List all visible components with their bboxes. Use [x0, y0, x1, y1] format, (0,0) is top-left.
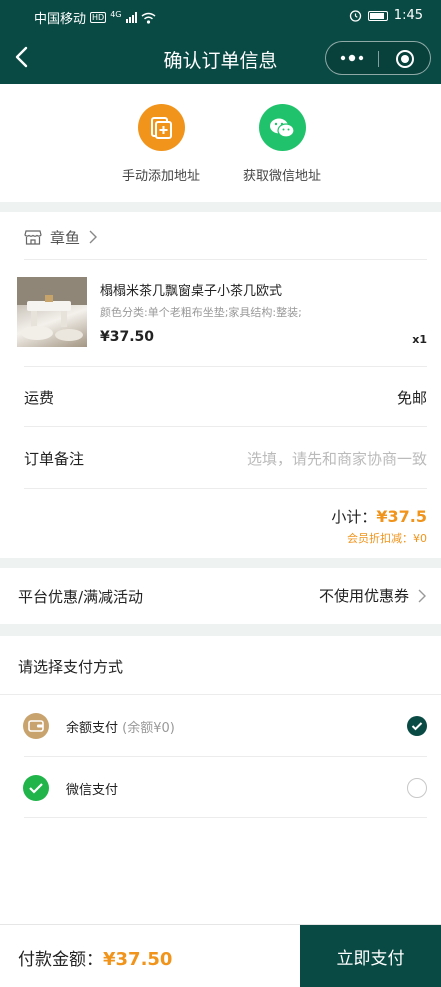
- nav-bar: 确认订单信息: [0, 34, 441, 84]
- shop-name: 章鱼: [50, 228, 81, 247]
- payment-option-wechat[interactable]: 微信支付: [0, 758, 441, 818]
- chevron-right-icon: [89, 230, 98, 244]
- mini-program-capsule: [325, 41, 431, 75]
- divider: [24, 817, 427, 818]
- section-gap: [0, 558, 441, 568]
- address-section: 手动添加地址 获取微信地址: [0, 84, 441, 202]
- wechat-icon: [258, 104, 306, 151]
- product-name: 榻榻米茶几飘窗桌子小茶几欧式: [100, 284, 283, 299]
- radio-selected[interactable]: [407, 716, 427, 736]
- carrier-label: 中国移动: [34, 12, 87, 27]
- divider: [24, 259, 427, 260]
- order-note-label: 订单备注: [24, 450, 85, 468]
- clock: 1:45: [393, 8, 423, 23]
- battery-icon: [367, 10, 388, 21]
- shipping-value: 免邮: [396, 389, 427, 407]
- product-spec: 颜色分类:单个老粗布坐垫;家具结构:整装;: [100, 306, 302, 319]
- order-note-input[interactable]: 选填，请先和商家协商一致: [247, 448, 427, 469]
- add-address-icon: [137, 104, 185, 151]
- divider: [0, 694, 441, 695]
- divider: [24, 756, 427, 757]
- subtotal-label: 小计：: [331, 508, 377, 526]
- wallet-icon: [23, 713, 49, 739]
- payment-section: 请选择支付方式 余额支付 (余额¥0) 微信支付: [0, 636, 441, 924]
- coupon-value-wrap: 不使用优惠券: [319, 585, 427, 606]
- payment-title: 请选择支付方式: [18, 658, 124, 676]
- total: 付款金额：¥37.50: [18, 945, 172, 970]
- total-amount: ¥37.50: [103, 949, 173, 970]
- member-discount: 会员折扣减：¥0: [347, 532, 427, 545]
- wechat-pay-icon: [23, 775, 49, 801]
- wechat-address-button[interactable]: 获取微信地址: [227, 104, 337, 184]
- close-mini-program-icon[interactable]: [396, 50, 414, 68]
- coupon-row[interactable]: 平台优惠/满减活动 不使用优惠券: [0, 568, 441, 624]
- divider: [24, 426, 427, 427]
- balance-amount: (余额¥0): [122, 721, 175, 736]
- network-type: 4G: [110, 10, 122, 19]
- manual-address-button[interactable]: 手动添加地址: [106, 104, 216, 184]
- shop-link[interactable]: 章鱼: [24, 226, 98, 248]
- wechat-address-label: 获取微信地址: [242, 169, 321, 184]
- balance-pay-label: 余额支付: [66, 721, 119, 736]
- subtotal: 小计：¥37.5: [331, 506, 427, 527]
- alarm-icon: [349, 10, 361, 22]
- coupon-label: 平台优惠/满减活动: [18, 588, 144, 606]
- product-quantity: x1: [412, 333, 427, 346]
- divider: [24, 488, 427, 489]
- chevron-right-icon: [418, 589, 426, 602]
- wechat-pay-label: 微信支付: [66, 783, 119, 798]
- capsule-divider: [378, 51, 379, 67]
- order-section: 章鱼 榻榻米茶几飘窗桌子小茶几欧式 颜色分类:单个老粗布坐垫;家具结构:整装; …: [0, 212, 441, 558]
- section-gap: [0, 202, 441, 212]
- total-label: 付款金额：: [18, 950, 103, 970]
- product-price: ¥37.50: [100, 329, 155, 345]
- payment-option-balance[interactable]: 余额支付 (余额¥0): [0, 696, 441, 756]
- shipping-label: 运费: [24, 389, 55, 407]
- divider: [24, 366, 427, 367]
- product-image[interactable]: [17, 277, 87, 347]
- store-icon: [24, 230, 42, 245]
- manual-address-label: 手动添加地址: [121, 169, 200, 184]
- top-bar: 中国移动 HD 4G 1:45 确认订单信息: [0, 0, 441, 84]
- signal-icon: [125, 12, 137, 23]
- subtotal-value: ¥37.5: [376, 507, 427, 526]
- more-icon[interactable]: [338, 51, 368, 65]
- checkout-bar: 付款金额：¥37.50 立即支付: [0, 924, 441, 987]
- section-gap: [0, 624, 441, 636]
- payment-option-label: 余额支付 (余额¥0): [66, 717, 175, 736]
- wifi-icon: [141, 12, 155, 24]
- status-bar: 中国移动 HD 4G 1:45: [0, 0, 441, 32]
- pay-now-button[interactable]: 立即支付: [300, 925, 441, 987]
- radio-unselected[interactable]: [407, 778, 427, 798]
- coupon-value: 不使用优惠券: [318, 587, 409, 605]
- hd-badge: HD: [90, 12, 107, 23]
